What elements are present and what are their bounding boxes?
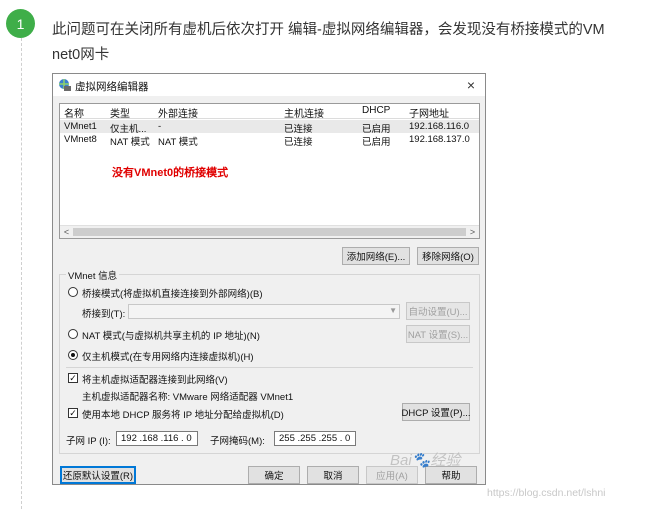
use-dhcp-label[interactable]: 使用本地 DHCP 服务将 IP 地址分配给虚拟机(D)	[82, 407, 284, 421]
subnet-mask-field[interactable]: 255 .255 .255 . 0	[274, 431, 356, 446]
host-only-mode-label[interactable]: 仅主机模式(在专用网络内连接虚拟机)(H)	[82, 349, 254, 363]
step-number-badge: 1	[6, 9, 35, 38]
vmnet-info-title: VMnet 信息	[66, 268, 120, 282]
scroll-right-icon[interactable]: >	[466, 226, 479, 239]
subnet-ip-label: 子网 IP (I):	[66, 436, 111, 447]
network-list[interactable]: 名称 类型 外部连接 主机连接 DHCP 子网地址 VMnet1 仅主机... …	[59, 103, 480, 239]
cell-external: -	[158, 121, 162, 132]
bridged-mode-radio[interactable]	[68, 287, 78, 297]
column-header-type[interactable]: 类型	[110, 105, 154, 120]
network-list-header: 名称 类型 外部连接 主机连接 DHCP 子网地址	[60, 104, 479, 120]
auto-settings-button[interactable]: 自动设置(U)...	[406, 302, 470, 320]
remove-network-button[interactable]: 移除网络(O)	[417, 247, 479, 265]
step-instruction-text: 此问题可在关闭所有虚机后依次打开 编辑-虚拟网络编辑器，会发现没有桥接模式的VM…	[52, 22, 605, 63]
cell-host: 已连接	[284, 137, 313, 148]
table-row[interactable]: VMnet1 仅主机... - 已连接 已启用 192.168.116.0	[60, 120, 479, 135]
restore-defaults-button[interactable]: 还原默认设置(R)	[60, 466, 136, 484]
no-bridge-annotation: 没有VMnet0的桥接模式	[112, 167, 229, 179]
chevron-down-icon: ▼	[389, 306, 397, 315]
nat-mode-radio[interactable]	[68, 329, 78, 339]
network-globe-icon	[59, 79, 71, 91]
ok-button[interactable]: 确定	[248, 466, 300, 484]
nat-settings-button[interactable]: NAT 设置(S)...	[406, 325, 470, 343]
step-rail	[21, 38, 22, 509]
dialog-title: 虚拟网络编辑器	[75, 81, 149, 93]
dialog-titlebar: 虚拟网络编辑器 ×	[53, 74, 485, 96]
vmnet-info-group: VMnet 信息 桥接模式(将虚拟机直接连接到外部网络)(B) 桥接到(T): …	[59, 268, 480, 454]
subnet-mask-label: 子网掩码(M):	[210, 436, 265, 447]
bridged-to-select[interactable]: ▼	[128, 304, 400, 319]
scroll-left-icon[interactable]: <	[60, 226, 73, 239]
use-dhcp-checkbox[interactable]: ✓	[68, 408, 78, 418]
cell-dhcp: 已启用	[362, 137, 391, 148]
cell-name: VMnet1	[64, 121, 97, 132]
column-header-external[interactable]: 外部连接	[158, 105, 278, 120]
scrollbar-thumb[interactable]	[73, 228, 466, 236]
connect-adapter-label[interactable]: 将主机虚拟适配器连接到此网络(V)	[82, 372, 228, 386]
virtual-network-editor-dialog: 虚拟网络编辑器 × 名称 类型 外部连接 主机连接 DHCP 子网地址 VMne…	[52, 73, 486, 485]
close-icon[interactable]: ×	[463, 76, 479, 94]
table-row[interactable]: VMnet8 NAT 模式 NAT 模式 已连接 已启用 192.168.137…	[60, 133, 479, 148]
baidu-watermark: Bai🐾经验	[390, 452, 461, 469]
cell-external: NAT 模式	[158, 137, 198, 148]
column-header-name[interactable]: 名称	[64, 105, 104, 120]
host-only-mode-radio[interactable]	[68, 350, 78, 360]
cancel-button[interactable]: 取消	[307, 466, 359, 484]
adapter-name-label: 主机虚拟适配器名称: VMware 网络适配器 VMnet1	[82, 392, 294, 403]
divider	[66, 367, 473, 368]
horizontal-scrollbar[interactable]: < >	[60, 225, 479, 238]
cell-type: NAT 模式	[110, 137, 150, 148]
nat-mode-label[interactable]: NAT 模式(与虚拟机共享主机的 IP 地址)(N)	[82, 328, 260, 342]
dhcp-settings-button[interactable]: DHCP 设置(P)...	[402, 403, 470, 421]
cell-name: VMnet8	[64, 134, 97, 145]
column-header-host[interactable]: 主机连接	[284, 105, 354, 120]
bridged-mode-label[interactable]: 桥接模式(将虚拟机直接连接到外部网络)(B)	[82, 286, 263, 300]
cell-subnet: 192.168.137.0	[409, 134, 470, 145]
column-header-dhcp[interactable]: DHCP	[362, 105, 402, 116]
subnet-ip-field[interactable]: 192 .168 .116 . 0	[116, 431, 198, 446]
csdn-url-watermark: https://blog.csdn.net/lshni	[487, 487, 606, 499]
add-network-button[interactable]: 添加网络(E)...	[342, 247, 410, 265]
connect-adapter-checkbox[interactable]: ✓	[68, 373, 78, 383]
cell-subnet: 192.168.116.0	[409, 121, 470, 132]
column-header-subnet[interactable]: 子网地址	[409, 105, 477, 120]
bridged-to-label: 桥接到(T):	[82, 309, 126, 320]
